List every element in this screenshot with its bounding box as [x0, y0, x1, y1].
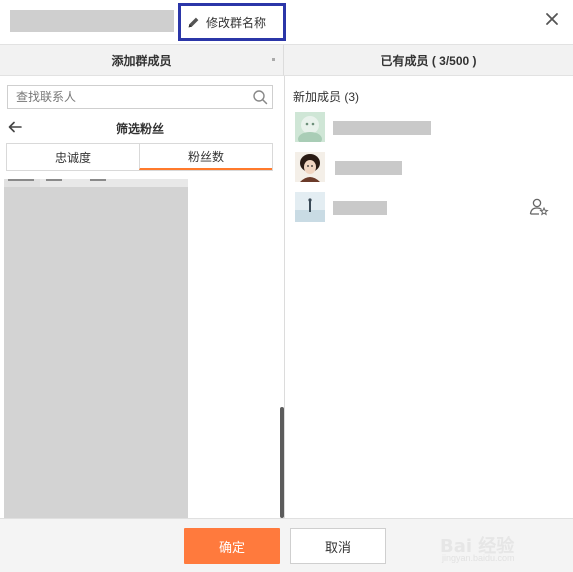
existing-members-title: 已有成员 ( 3/500 ) — [380, 53, 477, 68]
contact-search-input[interactable] — [8, 87, 248, 107]
member-item[interactable] — [293, 192, 565, 224]
filter-fans-title: 筛选粉丝 — [115, 122, 164, 136]
dialog-footer: 确定 取消 Bai 经验 jingyan.baidu.com — [0, 518, 573, 572]
title-bar: 修改群名称 — [0, 0, 573, 44]
avatar — [295, 112, 325, 142]
search-icon[interactable] — [252, 89, 268, 105]
list-dash — [90, 179, 106, 181]
contact-list-scrollbar[interactable] — [280, 407, 284, 518]
new-members-label: 新加成员 (3) — [293, 90, 360, 104]
rename-group-label: 修改群名称 — [206, 15, 267, 30]
member-item[interactable] — [293, 152, 565, 184]
contact-search-box[interactable] — [7, 85, 273, 109]
filter-row: 筛选粉丝 — [0, 116, 284, 140]
close-icon[interactable] — [545, 12, 559, 26]
avatar — [295, 152, 325, 182]
group-name-redacted — [10, 10, 174, 32]
rename-group-button[interactable]: 修改群名称 — [178, 3, 286, 41]
avatar — [295, 192, 325, 222]
set-admin-icon[interactable] — [529, 197, 549, 217]
member-name-redacted — [335, 161, 402, 175]
pencil-icon — [188, 17, 199, 27]
existing-members-header: 已有成员 ( 3/500 ) — [284, 44, 573, 76]
member-name-redacted — [333, 121, 431, 135]
add-members-header: 添加群成员 — [0, 44, 284, 76]
cancel-button[interactable]: 取消 — [290, 528, 386, 564]
list-dash — [46, 179, 62, 181]
baidu-jingyan-watermark: Bai 经验 jingyan.baidu.com — [438, 529, 566, 565]
member-item[interactable] — [293, 112, 565, 144]
contact-list-redacted[interactable] — [4, 187, 188, 518]
contacts-panel: 筛选粉丝 忠诚度 粉丝数 — [0, 76, 285, 518]
members-panel: 新加成员 (3) — [285, 76, 573, 518]
tab-loyalty[interactable]: 忠诚度 — [7, 144, 139, 170]
list-dash — [8, 179, 34, 181]
member-name-redacted — [333, 201, 387, 215]
watermark-url: jingyan.baidu.com — [442, 553, 515, 563]
confirm-button[interactable]: 确定 — [184, 528, 280, 564]
filter-tabs: 忠诚度 粉丝数 — [6, 143, 273, 171]
tab-fan-count[interactable]: 粉丝数 — [139, 144, 272, 170]
header-divider-tick — [272, 58, 275, 61]
add-members-title: 添加群成员 — [111, 53, 172, 68]
